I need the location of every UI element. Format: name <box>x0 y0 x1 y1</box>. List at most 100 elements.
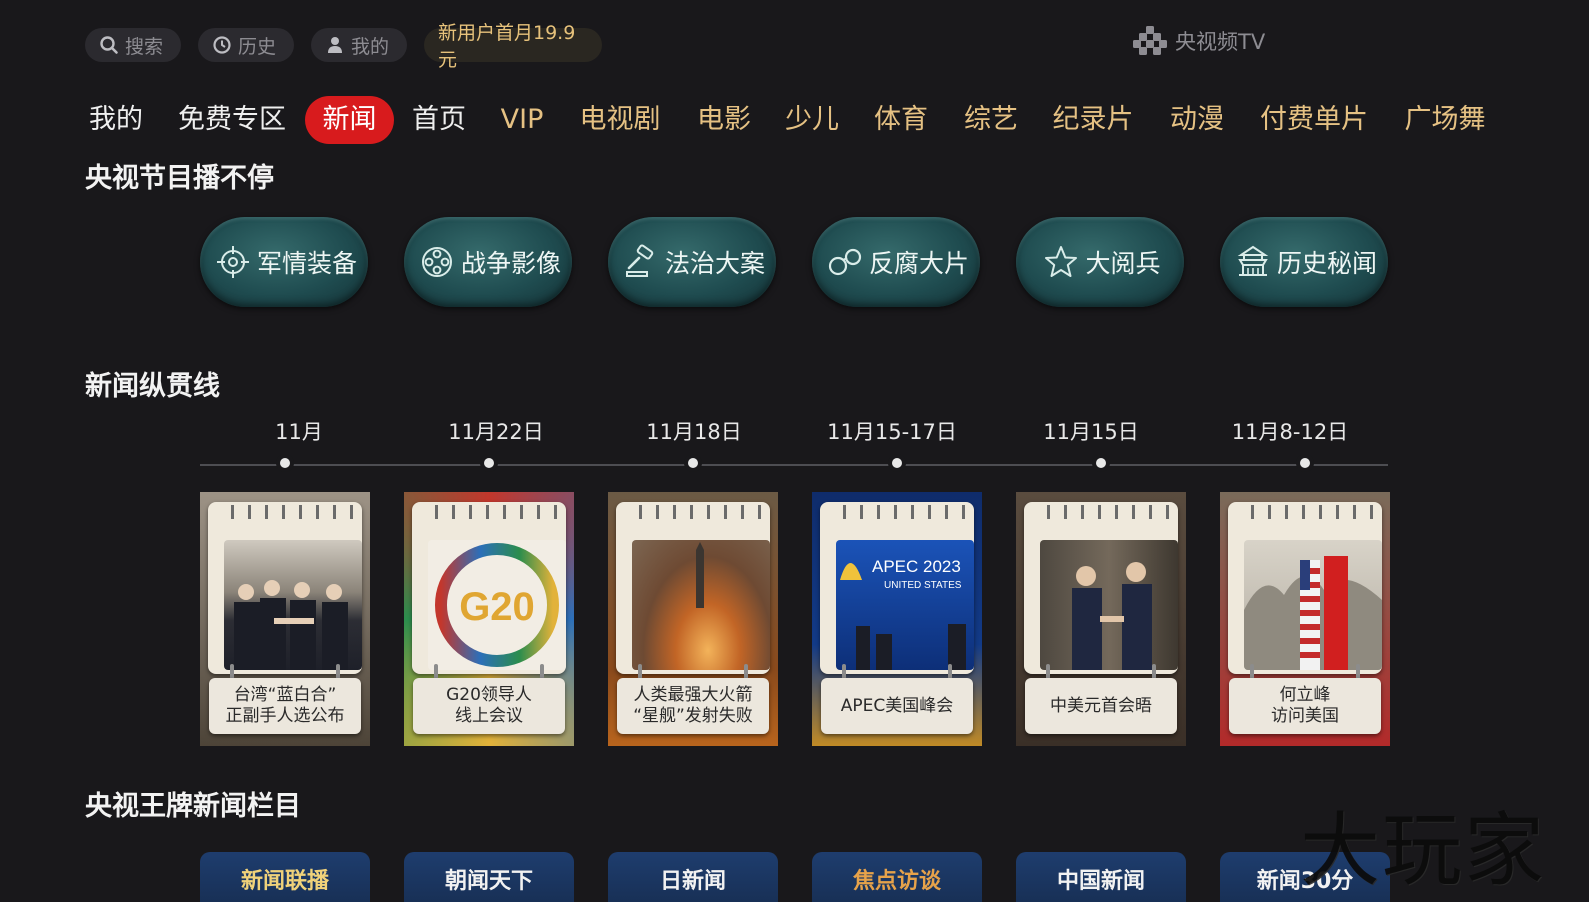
clock-icon <box>213 36 231 54</box>
category-label: 大阅兵 <box>1085 249 1161 278</box>
binder-rings <box>1038 505 1180 519</box>
category-military[interactable]: 军情装备 <box>200 217 368 307</box>
news-photo: G20 <box>428 540 566 670</box>
calendar-page <box>1228 502 1384 674</box>
cn-flag <box>1324 556 1348 670</box>
watermark: 大玩家 <box>1300 804 1546 897</box>
news-card-starship[interactable]: 人类最强大火箭 “星舰”发射失败 <box>608 492 778 746</box>
nav-tab-mine[interactable]: 我的 <box>87 96 145 144</box>
search-label: 搜索 <box>125 35 164 58</box>
timeline-date: 11月15日 <box>1043 420 1139 444</box>
apec-logo-text: APEC 2023 <box>872 557 961 576</box>
nav-tab-home[interactable]: 首页 <box>410 96 468 144</box>
card-caption: 人类最强大火箭 “星舰”发射失败 <box>617 678 769 734</box>
mine-button[interactable]: 我的 <box>311 28 407 62</box>
calendar-page <box>208 502 364 674</box>
program-tile[interactable]: 日新闻 <box>608 852 778 902</box>
search-icon <box>100 36 118 54</box>
caption-line: 人类最强大火箭 <box>633 685 753 705</box>
binder-rings <box>630 505 772 519</box>
category-anti-corruption[interactable]: 反腐大片 <box>812 217 980 307</box>
history-button[interactable]: 历史 <box>198 28 294 62</box>
category-military-parade[interactable]: 大阅兵 <box>1016 217 1184 307</box>
calendar-page: APEC 2023 UNITED STATES <box>820 502 976 674</box>
news-card-summit[interactable]: 中美元首会晤 <box>1016 492 1186 746</box>
news-photo <box>1040 540 1178 670</box>
binder-rings <box>834 505 976 519</box>
nav-tab-free[interactable]: 免费专区 <box>176 96 288 144</box>
promo-label: 新用户首月19.9元 <box>438 22 576 71</box>
calendar-page <box>616 502 772 674</box>
program-title: 日新闻 <box>659 869 726 894</box>
star-icon <box>1045 246 1078 277</box>
brand-diamond-icon <box>1133 26 1167 55</box>
caption-line: 台湾“蓝白合” <box>233 685 337 705</box>
news-card-he-lifeng[interactable]: 何立峰 访问美国 <box>1220 492 1390 746</box>
program-title: 焦点访谈 <box>852 869 941 894</box>
timeline-line <box>200 464 1388 466</box>
program-tile[interactable]: 焦点访谈 <box>812 852 982 902</box>
nav-tab-documentary[interactable]: 纪录片 <box>1051 96 1135 144</box>
nav-tab-kids[interactable]: 少儿 <box>783 96 841 144</box>
search-button[interactable]: 搜索 <box>85 28 181 62</box>
caption-line: 何立峰 <box>1279 685 1331 705</box>
timeline-section-title: 新闻纵贯线 <box>85 371 220 402</box>
news-photo <box>224 540 362 670</box>
nav-tab-movies[interactable]: 电影 <box>695 96 753 144</box>
nav-tab-news[interactable]: 新闻 <box>305 96 394 144</box>
category-legal-cases[interactable]: 法治大案 <box>608 217 776 307</box>
caption-line: G20领导人 <box>446 685 532 705</box>
film-reel-icon <box>421 247 452 277</box>
user-icon <box>328 37 342 53</box>
timeline-dot <box>280 458 290 468</box>
category-label: 战争影像 <box>460 249 561 278</box>
program-tile[interactable]: 中国新闻 <box>1016 852 1186 902</box>
program-tile[interactable]: 新闻联播 <box>200 852 370 902</box>
timeline-date: 11月8-12日 <box>1231 420 1349 444</box>
news-photo: APEC 2023 UNITED STATES <box>836 540 974 670</box>
caption-line: “星舰”发射失败 <box>633 706 753 726</box>
category-label: 历史秘闻 <box>1276 249 1377 278</box>
card-caption: APEC美国峰会 <box>821 678 973 734</box>
program-title: 中国新闻 <box>1056 869 1145 894</box>
promo-button[interactable]: 新用户首月19.9元 <box>424 22 602 71</box>
nav-tab-paid[interactable]: 付费单片 <box>1258 96 1370 144</box>
handcuffs-icon <box>828 248 862 276</box>
nav-tab-variety[interactable]: 综艺 <box>962 96 1020 144</box>
news-photo <box>1244 540 1382 670</box>
card-caption: G20领导人 线上会议 <box>413 678 565 734</box>
nav-tab-square-dance[interactable]: 广场舞 <box>1403 96 1487 144</box>
calendar-page <box>1024 502 1180 674</box>
nav-tab-tv-series[interactable]: 电视剧 <box>578 96 662 144</box>
caption-line: 线上会议 <box>455 706 523 726</box>
nav-tab-vip[interactable]: VIP <box>498 96 546 144</box>
category-history-secrets[interactable]: 历史秘闻 <box>1220 217 1388 307</box>
program-tile[interactable]: 朝闻天下 <box>404 852 574 902</box>
category-label: 法治大案 <box>664 249 765 278</box>
flagship-section-title: 央视王牌新闻栏目 <box>85 791 301 822</box>
nav-tab-sports[interactable]: 体育 <box>872 96 930 144</box>
news-photo <box>632 540 770 670</box>
timeline-date: 11月 <box>275 420 323 444</box>
gavel-icon <box>625 244 654 277</box>
timeline-dot <box>1096 458 1106 468</box>
news-card-apec[interactable]: APEC 2023 UNITED STATES APEC美国峰会 <box>812 492 982 746</box>
mine-label: 我的 <box>351 35 390 58</box>
category-label: 反腐大片 <box>868 249 969 278</box>
news-card-taiwan[interactable]: 台湾“蓝白合” 正副手人选公布 <box>200 492 370 746</box>
program-title: 朝闻天下 <box>444 869 533 894</box>
caption-line: 中美元首会晤 <box>1050 695 1152 716</box>
program-title: 新闻联播 <box>240 869 329 894</box>
category-label: 军情装备 <box>256 249 357 278</box>
timeline-date: 11月18日 <box>646 420 742 444</box>
calendar-page: G20 <box>412 502 568 674</box>
pagoda-icon <box>1237 245 1269 276</box>
news-card-g20[interactable]: G20 G20领导人 线上会议 <box>404 492 574 746</box>
crosshair-icon <box>216 246 249 278</box>
g20-logo-text: G20 <box>459 585 535 629</box>
caption-line: 正副手人选公布 <box>225 706 345 726</box>
category-war-footage[interactable]: 战争影像 <box>404 217 572 307</box>
programs-section-title: 央视节目播不停 <box>85 163 274 194</box>
us-flag <box>1300 560 1320 670</box>
nav-tab-anime[interactable]: 动漫 <box>1168 96 1226 144</box>
